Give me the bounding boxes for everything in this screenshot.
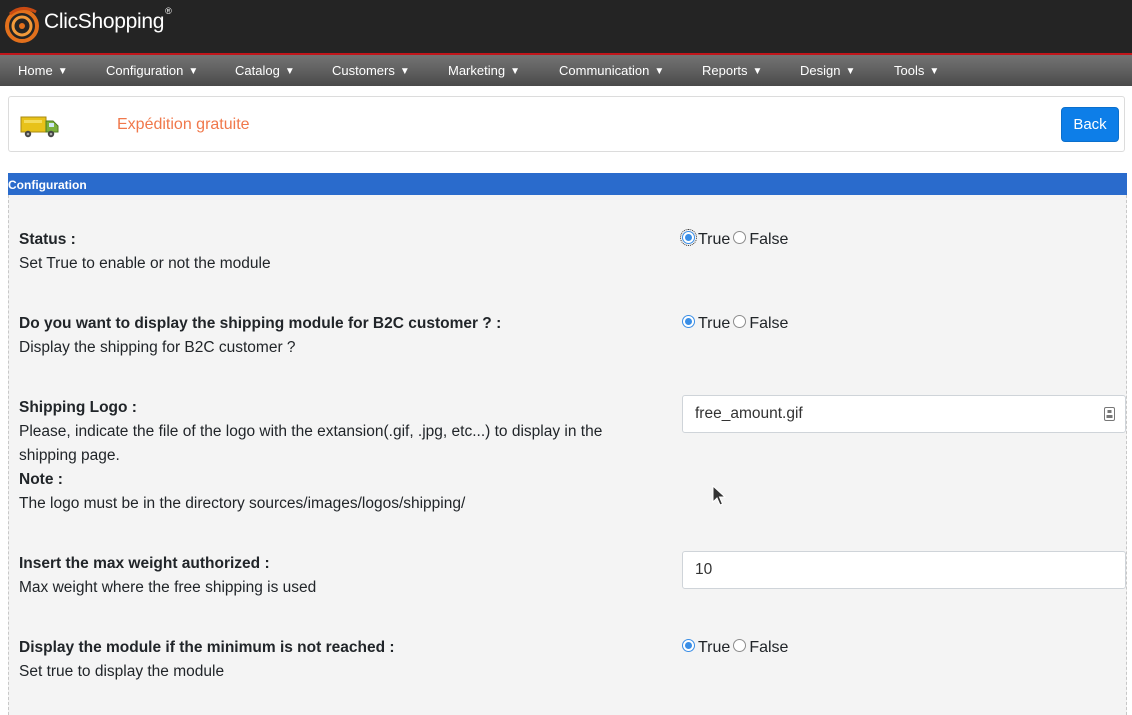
setting-description: Please, indicate the file of the logo wi… [19,423,603,464]
status-false-radio[interactable] [733,230,747,244]
nav-item-configuration[interactable]: Configuration ▼ [106,55,198,86]
b2c-false-radio[interactable] [733,314,747,328]
truck-icon [20,116,59,138]
setting-max-weight: Insert the max weight authorized : Max w… [19,552,659,600]
brand-name[interactable]: ClicShopping® [44,6,172,34]
nav-label: Home [18,63,53,78]
input-value: 10 [695,561,713,578]
back-button[interactable]: Back [1061,107,1119,142]
nav-label: Reports [702,63,748,78]
radio-label[interactable]: False [749,636,788,660]
setting-label: Display the module if the minimum is not… [19,639,395,656]
setting-description: Set true to display the module [19,663,225,680]
nav-label: Configuration [106,63,184,78]
radio-label[interactable]: True [698,312,730,336]
chevron-down-icon: ▼ [284,66,295,77]
chevron-down-icon: ▼ [510,66,520,77]
setting-label: Insert the max weight authorized : [19,555,270,572]
nav-label: Design [800,63,841,78]
minimum-false-radio[interactable] [733,638,747,652]
nav-label: Tools [894,63,925,78]
setting-label: Do you want to display the shipping modu… [19,315,502,332]
minimum-true-radio[interactable] [682,638,695,652]
module-heading: Expédition gratuite Back [8,96,1125,152]
note-text: The logo must be in the directory source… [19,495,466,512]
note-label: Note : [19,471,63,488]
nav-label: Communication [559,63,650,78]
setting-minimum-display: Display the module if the minimum is not… [19,636,659,684]
status-radio-group: True False [680,228,791,252]
radio-label[interactable]: True [698,228,730,252]
nav-item-reports[interactable]: Reports ▼ [702,55,762,86]
mouse-cursor-icon [712,485,726,506]
nav-label: Marketing [448,63,506,78]
b2c-true-radio[interactable] [682,314,695,328]
nav-item-home[interactable]: Home ▼ [18,55,68,86]
radio-label[interactable]: True [698,636,730,660]
setting-description: Display the shipping for B2C customer ? [19,339,296,356]
main-nav: Home ▼ Configuration ▼ Catalog ▼ Customers ▼… [0,55,1132,86]
setting-label: Status : [19,231,76,248]
nav-item-tools[interactable]: Tools ▼ [894,55,939,86]
max-weight-input[interactable]: 10 [682,551,1126,589]
top-header: ClicShopping® [0,0,1132,55]
setting-status: Status : Set True to enable or not the m… [19,228,659,276]
input-value: free_amount.gif [695,405,803,422]
chevron-down-icon: ▼ [399,66,410,77]
setting-b2c-display: Do you want to display the shipping modu… [19,312,659,360]
nav-item-communication[interactable]: Communication ▼ [559,55,664,86]
chevron-down-icon: ▼ [845,66,856,77]
nav-item-catalog[interactable]: Catalog ▼ [235,55,295,86]
radio-label[interactable]: False [749,228,788,252]
setting-shipping-logo: Shipping Logo : Please, indicate the fil… [19,396,639,516]
radio-label[interactable]: False [749,312,788,336]
chevron-down-icon: ▼ [57,66,68,77]
b2c-radio-group: True False [682,312,791,336]
setting-description: Max weight where the free shipping is us… [19,579,317,596]
nav-item-design[interactable]: Design ▼ [800,55,855,86]
file-picker-icon[interactable] [1104,407,1115,421]
chevron-down-icon: ▼ [654,66,665,77]
setting-label: Shipping Logo : [19,399,137,416]
nav-item-marketing[interactable]: Marketing ▼ [448,55,520,86]
page-title: Expédition gratuite [117,116,250,133]
status-true-radio[interactable] [680,228,697,246]
nav-label: Catalog [235,63,280,78]
minimum-radio-group: True False [682,636,791,660]
nav-item-customers[interactable]: Customers ▼ [332,55,410,86]
chevron-down-icon: ▼ [752,66,763,77]
setting-description: Set True to enable or not the module [19,255,271,272]
chevron-down-icon: ▼ [929,66,940,77]
shipping-logo-input[interactable]: free_amount.gif [682,395,1126,433]
clicshopping-logo-icon[interactable] [2,4,42,44]
chevron-down-icon: ▼ [188,66,199,77]
section-header: Configuration [8,173,1127,195]
registered-mark: ® [165,6,172,16]
nav-label: Customers [332,63,395,78]
brand-text: ClicShopping [44,10,165,33]
